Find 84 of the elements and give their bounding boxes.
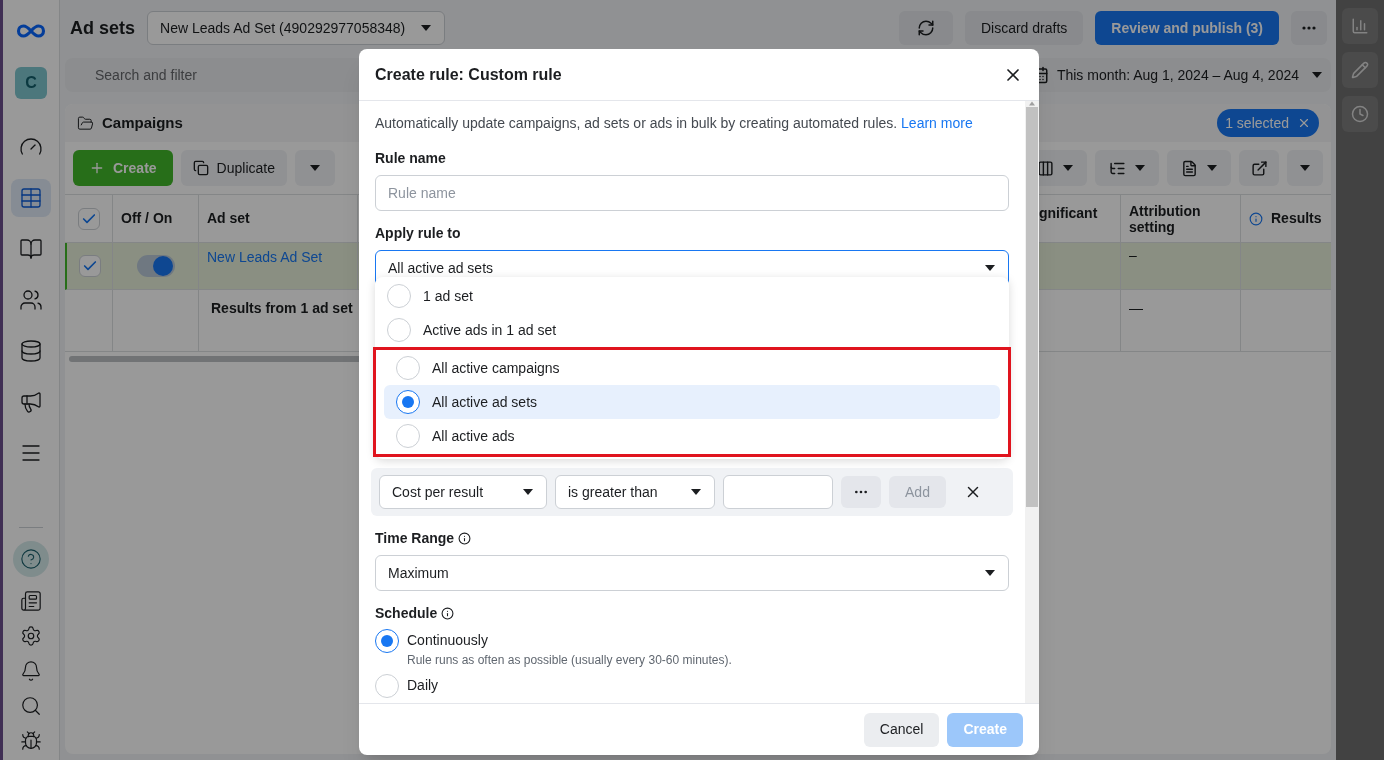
discard-drafts-button[interactable]: Discard drafts	[964, 11, 1084, 45]
metric-select[interactable]: Cost per result	[379, 475, 547, 509]
duplicate-menu-button[interactable]	[294, 150, 335, 186]
clock-icon	[1351, 105, 1369, 123]
checkbox[interactable]	[78, 255, 101, 277]
refresh-button[interactable]	[898, 11, 953, 45]
field-label: Schedule	[375, 604, 438, 623]
caret-icon	[1133, 164, 1146, 172]
coins-icon	[19, 339, 43, 363]
columns-icon	[1036, 159, 1054, 177]
rule-name-field[interactable]: Rule name	[375, 175, 1009, 211]
option-description: Rule runs as often as possible (usually every 30-60 minutes).	[407, 652, 732, 669]
ad-set-selector[interactable]: New Leads Ad Set (490292977058348)	[147, 11, 446, 45]
caret-icon	[1205, 164, 1218, 172]
panel-title[interactable]: Campaigns	[102, 111, 183, 135]
help-button[interactable]	[13, 541, 49, 577]
plus-icon	[89, 160, 105, 176]
export-icon	[1250, 159, 1268, 177]
radio-button[interactable]	[375, 629, 399, 653]
caret-icon	[690, 488, 702, 496]
info-icon	[458, 532, 472, 545]
dialog-title: Create rule: Custom rule	[375, 64, 562, 85]
schedule-option[interactable]: Daily	[407, 674, 439, 696]
more-icon	[1302, 26, 1316, 30]
toolbar-menu-button[interactable]	[1167, 150, 1231, 186]
cancel-button[interactable]: Cancel	[863, 712, 940, 747]
scrollbar[interactable]	[1025, 101, 1039, 703]
toggle-switch[interactable]	[136, 255, 175, 277]
megaphone-icon	[19, 390, 43, 414]
caret-icon	[522, 488, 534, 496]
export-button[interactable]	[1239, 150, 1279, 186]
toolbar-menu-button[interactable]	[1095, 150, 1159, 186]
refresh-icon	[916, 19, 935, 37]
caret-icon	[1311, 71, 1323, 79]
caret-icon	[1299, 164, 1311, 172]
bell-icon[interactable]	[20, 660, 42, 682]
value-field[interactable]	[723, 475, 833, 509]
table-cell: —	[1121, 290, 1241, 352]
intro-text: Automatically update campaigns, ad sets or ads in bulk by creating automated rules. Learn more	[375, 114, 974, 133]
learn-more-link[interactable]: Learn more	[901, 115, 973, 131]
copy-icon	[192, 160, 209, 176]
nav-item[interactable]	[11, 179, 51, 217]
table-icon	[19, 186, 43, 210]
checkbox[interactable]	[77, 207, 100, 230]
people-icon	[19, 288, 43, 312]
search-icon[interactable]	[20, 695, 42, 717]
side-tool-button[interactable]	[1342, 96, 1378, 132]
chart-icon	[1351, 17, 1369, 35]
dropdown-option[interactable]: All active campaigns	[384, 351, 1000, 385]
newspaper-icon[interactable]	[20, 590, 42, 612]
radio-button[interactable]	[396, 390, 420, 414]
bug-icon[interactable]	[20, 730, 42, 752]
caret-icon	[308, 164, 321, 172]
time-range-select[interactable]: Maximum	[375, 555, 1009, 591]
dropdown-option[interactable]: All active ad sets	[384, 385, 1000, 419]
book-icon	[19, 237, 43, 261]
pencil-icon	[1351, 61, 1369, 79]
side-tool-button[interactable]	[1342, 8, 1378, 44]
settings-icon[interactable]	[20, 625, 42, 647]
search-field[interactable]: Search and filter	[65, 58, 345, 92]
dropdown-option[interactable]: All active ads	[384, 419, 1000, 453]
field-label: Rule name	[375, 149, 447, 168]
info-icon	[1249, 211, 1263, 226]
field-label: Apply rule to	[375, 224, 462, 243]
dropdown-option[interactable]: Active ads in 1 ad set	[375, 313, 1009, 347]
caret-icon	[1061, 164, 1074, 172]
folder-icon	[77, 114, 94, 132]
caret-icon	[984, 569, 996, 577]
report-icon	[1180, 159, 1198, 177]
duplicate-button[interactable]: Duplicate	[180, 150, 287, 186]
operator-select[interactable]: is greater than	[555, 475, 715, 509]
schedule-option[interactable]: Continuously	[407, 629, 732, 651]
page-title: Ad sets	[70, 16, 136, 40]
table-cell: –	[1121, 243, 1241, 290]
help-icon	[20, 548, 42, 570]
field-label: Time Range	[375, 529, 455, 548]
export-menu-button[interactable]	[1287, 150, 1323, 186]
summary-label: Results from 1 ad set	[199, 290, 358, 352]
info-icon	[441, 607, 455, 620]
date-range[interactable]: This month: Aug 1, 2024 – Aug 4, 2024	[1056, 64, 1299, 86]
more-button[interactable]	[1291, 11, 1327, 45]
caret-icon	[984, 264, 996, 272]
side-tool-button[interactable]	[1342, 52, 1378, 88]
caret-icon	[420, 24, 433, 32]
